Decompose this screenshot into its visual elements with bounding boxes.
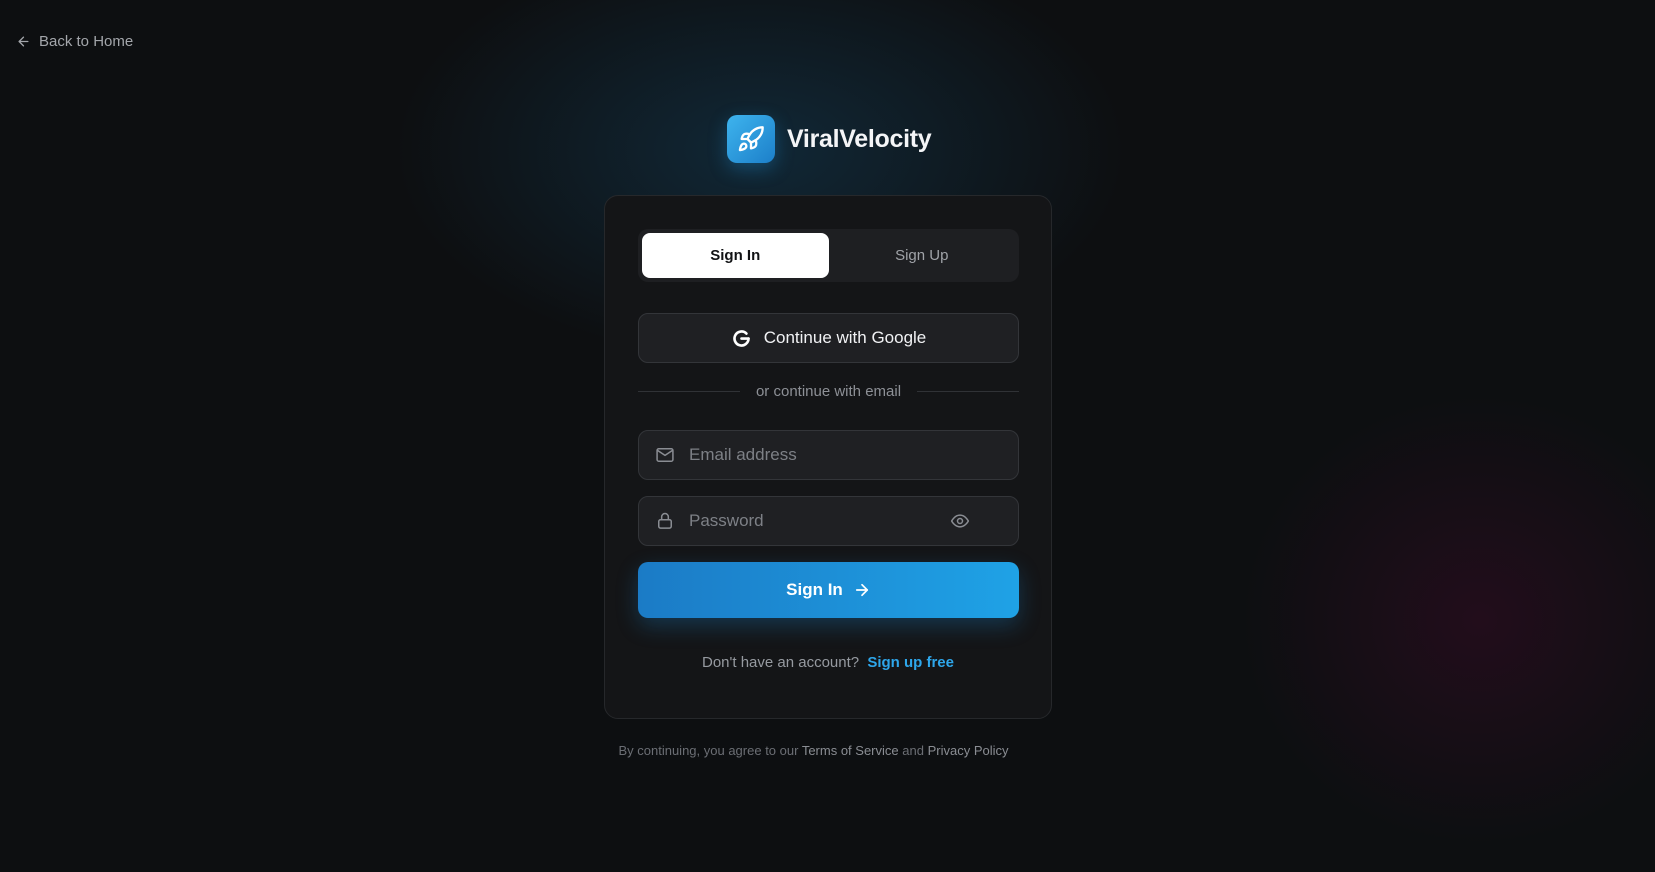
arrow-right-icon: [855, 583, 868, 597]
brand: ViralVelocity: [727, 115, 932, 163]
legal-and: and: [902, 743, 924, 758]
email-field: [638, 430, 1019, 480]
tab-sign-up[interactable]: Sign Up: [829, 233, 1016, 278]
signup-prompt: Don't have an account? Sign up free: [605, 654, 1051, 671]
mail-icon: [656, 448, 674, 462]
brand-name: ViralVelocity: [787, 124, 932, 153]
back-to-home-label: Back to Home: [39, 33, 134, 50]
lock-icon: [658, 512, 672, 529]
email-divider: or continue with email: [638, 383, 1020, 400]
divider-label: or continue with email: [755, 383, 902, 400]
auth-tabs: Sign In Sign Up: [638, 229, 1019, 282]
eye-icon[interactable]: [950, 511, 970, 531]
rocket-icon: [738, 126, 764, 152]
signup-prompt-text: Don't have an account?: [701, 654, 860, 671]
divider-line-right: [917, 391, 1020, 392]
sign-up-free-link[interactable]: Sign up free: [867, 654, 954, 671]
password-input[interactable]: [689, 511, 950, 531]
email-input[interactable]: [689, 445, 1002, 465]
arrow-left-icon: [18, 36, 29, 47]
terms-of-service-link[interactable]: Terms of Service: [802, 743, 899, 758]
google-icon: [732, 329, 750, 347]
continue-with-google-button[interactable]: Continue with Google: [638, 313, 1019, 363]
divider-line-left: [638, 391, 740, 392]
sign-in-submit-button[interactable]: Sign In: [638, 562, 1019, 618]
google-button-label: Continue with Google: [763, 328, 927, 347]
legal-prefix: By continuing, you agree to our: [618, 743, 799, 758]
privacy-policy-link[interactable]: Privacy Policy: [928, 743, 1009, 758]
brand-logo: [727, 115, 775, 163]
auth-card: Sign In Sign Up Continue with Google or …: [604, 195, 1052, 719]
password-field: [638, 496, 1019, 546]
submit-button-label: Sign In: [786, 580, 843, 599]
legal-notice: By continuing, you agree to our Terms of…: [0, 743, 1655, 758]
back-to-home-link[interactable]: Back to Home: [16, 33, 133, 50]
tab-sign-in[interactable]: Sign In: [642, 233, 829, 278]
